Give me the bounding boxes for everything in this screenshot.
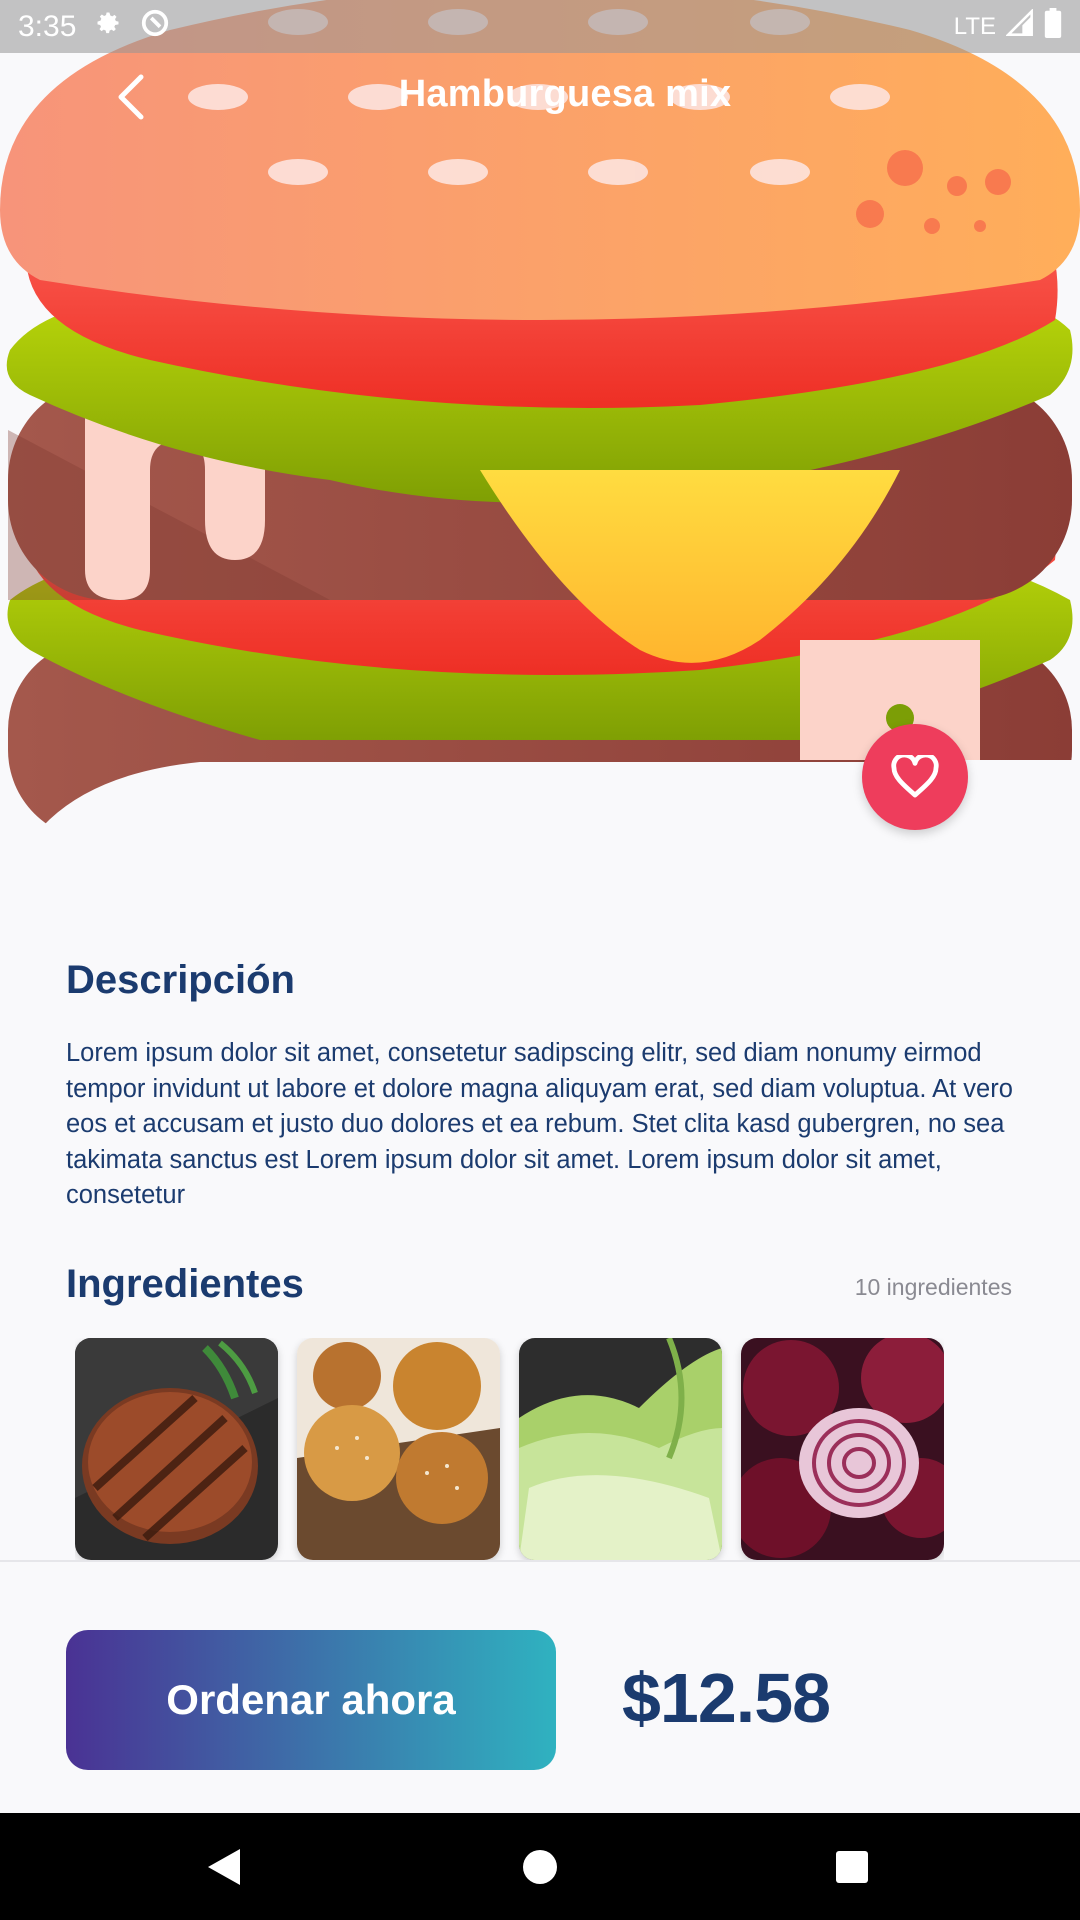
battery-icon [1044, 8, 1062, 45]
page-title: Hamburguesa mix [398, 73, 732, 115]
back-triangle-icon [208, 1849, 240, 1885]
red-onion-image [741, 1338, 944, 1560]
ingredient-card-onion[interactable] [741, 1338, 944, 1560]
nav-home-button[interactable] [512, 1839, 568, 1895]
network-label: LTE [953, 12, 996, 40]
sync-icon [140, 8, 170, 46]
recents-square-icon [836, 1851, 868, 1883]
status-bar: 3:35 LTE [0, 0, 1080, 53]
ingredient-card-lettuce[interactable] [519, 1338, 722, 1560]
description-title: Descripción [66, 958, 295, 1002]
status-time: 3:35 [18, 9, 77, 43]
nav-recents-button[interactable] [824, 1839, 880, 1895]
signal-icon [1005, 8, 1034, 44]
description-text: Lorem ipsum dolor sit amet, consetetur s… [66, 1039, 1013, 1209]
heart-icon [891, 755, 939, 798]
ingredients-title: Ingredientes [66, 1262, 304, 1306]
grilled-patty-image [75, 1338, 278, 1560]
order-bar: Ordenar ahora $12.58 [0, 1560, 1080, 1813]
order-now-button[interactable]: Ordenar ahora [66, 1630, 556, 1770]
lettuce-image [519, 1338, 722, 1560]
system-navigation-bar [0, 1813, 1080, 1920]
home-circle-icon [523, 1850, 557, 1884]
app-bar: Hamburguesa mix [0, 53, 1080, 143]
price-label: $12.58 [622, 1659, 831, 1737]
settings-icon [94, 9, 122, 45]
nav-back-button[interactable] [196, 1839, 252, 1895]
ingredient-card-buns[interactable] [297, 1338, 500, 1560]
ingredient-card-patty[interactable] [75, 1338, 278, 1560]
buns-image [297, 1338, 500, 1560]
favorite-button[interactable] [862, 724, 968, 830]
ingredients-count: 10 ingredientes [854, 1274, 1012, 1300]
ingredients-list[interactable] [75, 1338, 944, 1560]
